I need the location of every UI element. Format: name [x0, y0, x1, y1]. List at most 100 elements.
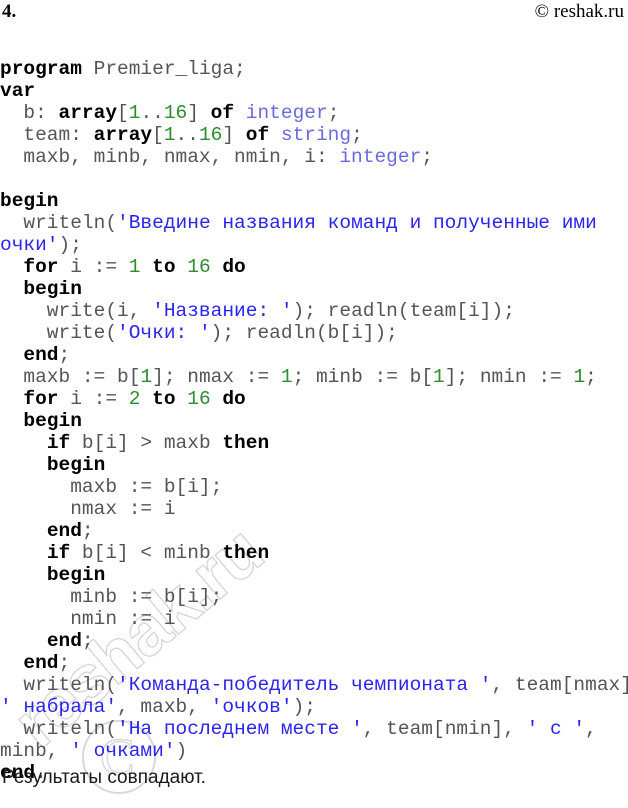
- code-line: begin: [0, 564, 628, 586]
- site-credit: © reshak.ru: [535, 0, 624, 24]
- code-line: writeln('На последнем месте ', team[nmin…: [0, 718, 628, 740]
- code-token-kw: begin: [47, 454, 106, 476]
- code-token-id: ;: [59, 344, 71, 366]
- code-token-id: [211, 388, 223, 410]
- code-line: program Premier_liga;: [0, 58, 628, 80]
- code-token-id: maxb := b[: [0, 366, 140, 388]
- code-token-id: ; minb := b[: [293, 366, 433, 388]
- code-token-num: 16: [187, 388, 210, 410]
- code-token-kw: do: [222, 256, 245, 278]
- page-header: 4. © reshak.ru: [0, 0, 628, 30]
- code-token-kw: then: [222, 432, 269, 454]
- code-token-punc: ]: [222, 124, 245, 146]
- code-token-num: 1: [164, 124, 176, 146]
- code-token-id: [176, 256, 188, 278]
- code-token-id: nmax := i: [0, 498, 176, 520]
- code-token-punc: ]: [187, 102, 210, 124]
- code-token-id: Premier_liga;: [82, 58, 246, 80]
- code-token-id: i :=: [59, 256, 129, 278]
- code-token-str: 'Очки: ': [117, 322, 211, 344]
- code-token-id: write(i,: [0, 300, 152, 322]
- code-token-kw: array: [94, 124, 153, 146]
- code-token-kw: for: [23, 388, 58, 410]
- code-line: nmax := i: [0, 498, 628, 520]
- code-token-num: 16: [164, 102, 187, 124]
- code-token-id: ;: [82, 520, 94, 542]
- code-token-id: [0, 388, 23, 410]
- code-token-num: 1: [140, 366, 152, 388]
- code-token-kw: begin: [0, 190, 59, 212]
- code-token-id: b[i] > maxb: [70, 432, 222, 454]
- code-line: writeln('Команда-победитель чемпионата '…: [0, 674, 628, 696]
- code-token-kw: if: [47, 432, 70, 454]
- code-token-id: [140, 256, 152, 278]
- code-line: minb := b[i];: [0, 586, 628, 608]
- code-token-id: [0, 542, 47, 564]
- pascal-code-listing: program Premier_liga;var b: array[1..16]…: [0, 58, 628, 784]
- code-token-str: 'Название: ': [152, 300, 292, 322]
- code-token-id: [0, 652, 23, 674]
- code-line: b: array[1..16] of integer;: [0, 102, 628, 124]
- code-line: end;: [0, 652, 628, 674]
- code-token-id: ;: [82, 630, 94, 652]
- code-token-kw: to: [152, 256, 175, 278]
- code-line: minb, ' очками'): [0, 740, 628, 762]
- code-token-punc: ;: [421, 146, 433, 168]
- code-token-id: , team[nmin],: [363, 718, 527, 740]
- code-token-id: ); readln(b[i]);: [211, 322, 398, 344]
- code-token-id: writeln(: [0, 674, 117, 696]
- code-token-str: 'Введине названия команд и полученные им…: [117, 212, 597, 234]
- code-token-id: );: [59, 234, 82, 256]
- code-token-punc: ..: [176, 124, 199, 146]
- code-line: team: array[1..16] of string;: [0, 124, 628, 146]
- code-token-id: ): [176, 740, 188, 762]
- code-token-kw: if: [47, 542, 70, 564]
- code-token-id: minb := b[i];: [0, 586, 222, 608]
- code-token-kw: var: [0, 80, 35, 102]
- code-line: nmin := i: [0, 608, 628, 630]
- code-token-num: 1: [129, 102, 141, 124]
- code-token-type: integer: [339, 146, 421, 168]
- code-line: begin: [0, 278, 628, 300]
- code-token-id: maxb, minb, nmax, nmin, i:: [0, 146, 339, 168]
- code-token-num: 16: [199, 124, 222, 146]
- code-token-id: ]; nmax :=: [152, 366, 281, 388]
- code-token-kw: begin: [23, 410, 82, 432]
- code-token-id: writeln(: [0, 212, 117, 234]
- code-line: write(i, 'Название: '); readln(team[i]);: [0, 300, 628, 322]
- code-token-id: ,: [585, 718, 597, 740]
- code-token-kw: to: [152, 388, 175, 410]
- code-token-num: 1: [281, 366, 293, 388]
- code-line: end;: [0, 630, 628, 652]
- code-token-num: 2: [129, 388, 141, 410]
- code-token-punc: [: [152, 124, 164, 146]
- code-token-num: 16: [187, 256, 210, 278]
- code-token-str: 'очков': [211, 696, 293, 718]
- code-token-punc: [: [117, 102, 129, 124]
- code-token-kw: end: [47, 630, 82, 652]
- code-token-kw: of: [246, 124, 269, 146]
- code-line: очки');: [0, 234, 628, 256]
- code-line: if b[i] > maxb then: [0, 432, 628, 454]
- code-token-num: 1: [129, 256, 141, 278]
- code-token-id: [140, 388, 152, 410]
- code-token-id: minb,: [0, 740, 70, 762]
- code-token-id: ]; nmin :=: [445, 366, 574, 388]
- code-token-id: [0, 520, 47, 542]
- code-token-num: 1: [433, 366, 445, 388]
- code-token-id: write(: [0, 322, 117, 344]
- code-token-kw: program: [0, 58, 82, 80]
- code-line: maxb, minb, nmax, nmin, i: integer;: [0, 146, 628, 168]
- code-token-id: [234, 102, 246, 124]
- code-line: [0, 168, 628, 190]
- code-line: maxb := b[1]; nmax := 1; minb := b[1]; n…: [0, 366, 628, 388]
- code-token-type: string: [281, 124, 351, 146]
- code-token-id: [176, 388, 188, 410]
- code-token-id: );: [293, 696, 316, 718]
- code-line: maxb := b[i];: [0, 476, 628, 498]
- code-token-id: ); readln(team[i]);: [293, 300, 515, 322]
- code-line: end;: [0, 520, 628, 542]
- code-token-id: [0, 256, 23, 278]
- code-line: writeln('Введине названия команд и получ…: [0, 212, 628, 234]
- code-token-str: 'На последнем месте ': [117, 718, 363, 740]
